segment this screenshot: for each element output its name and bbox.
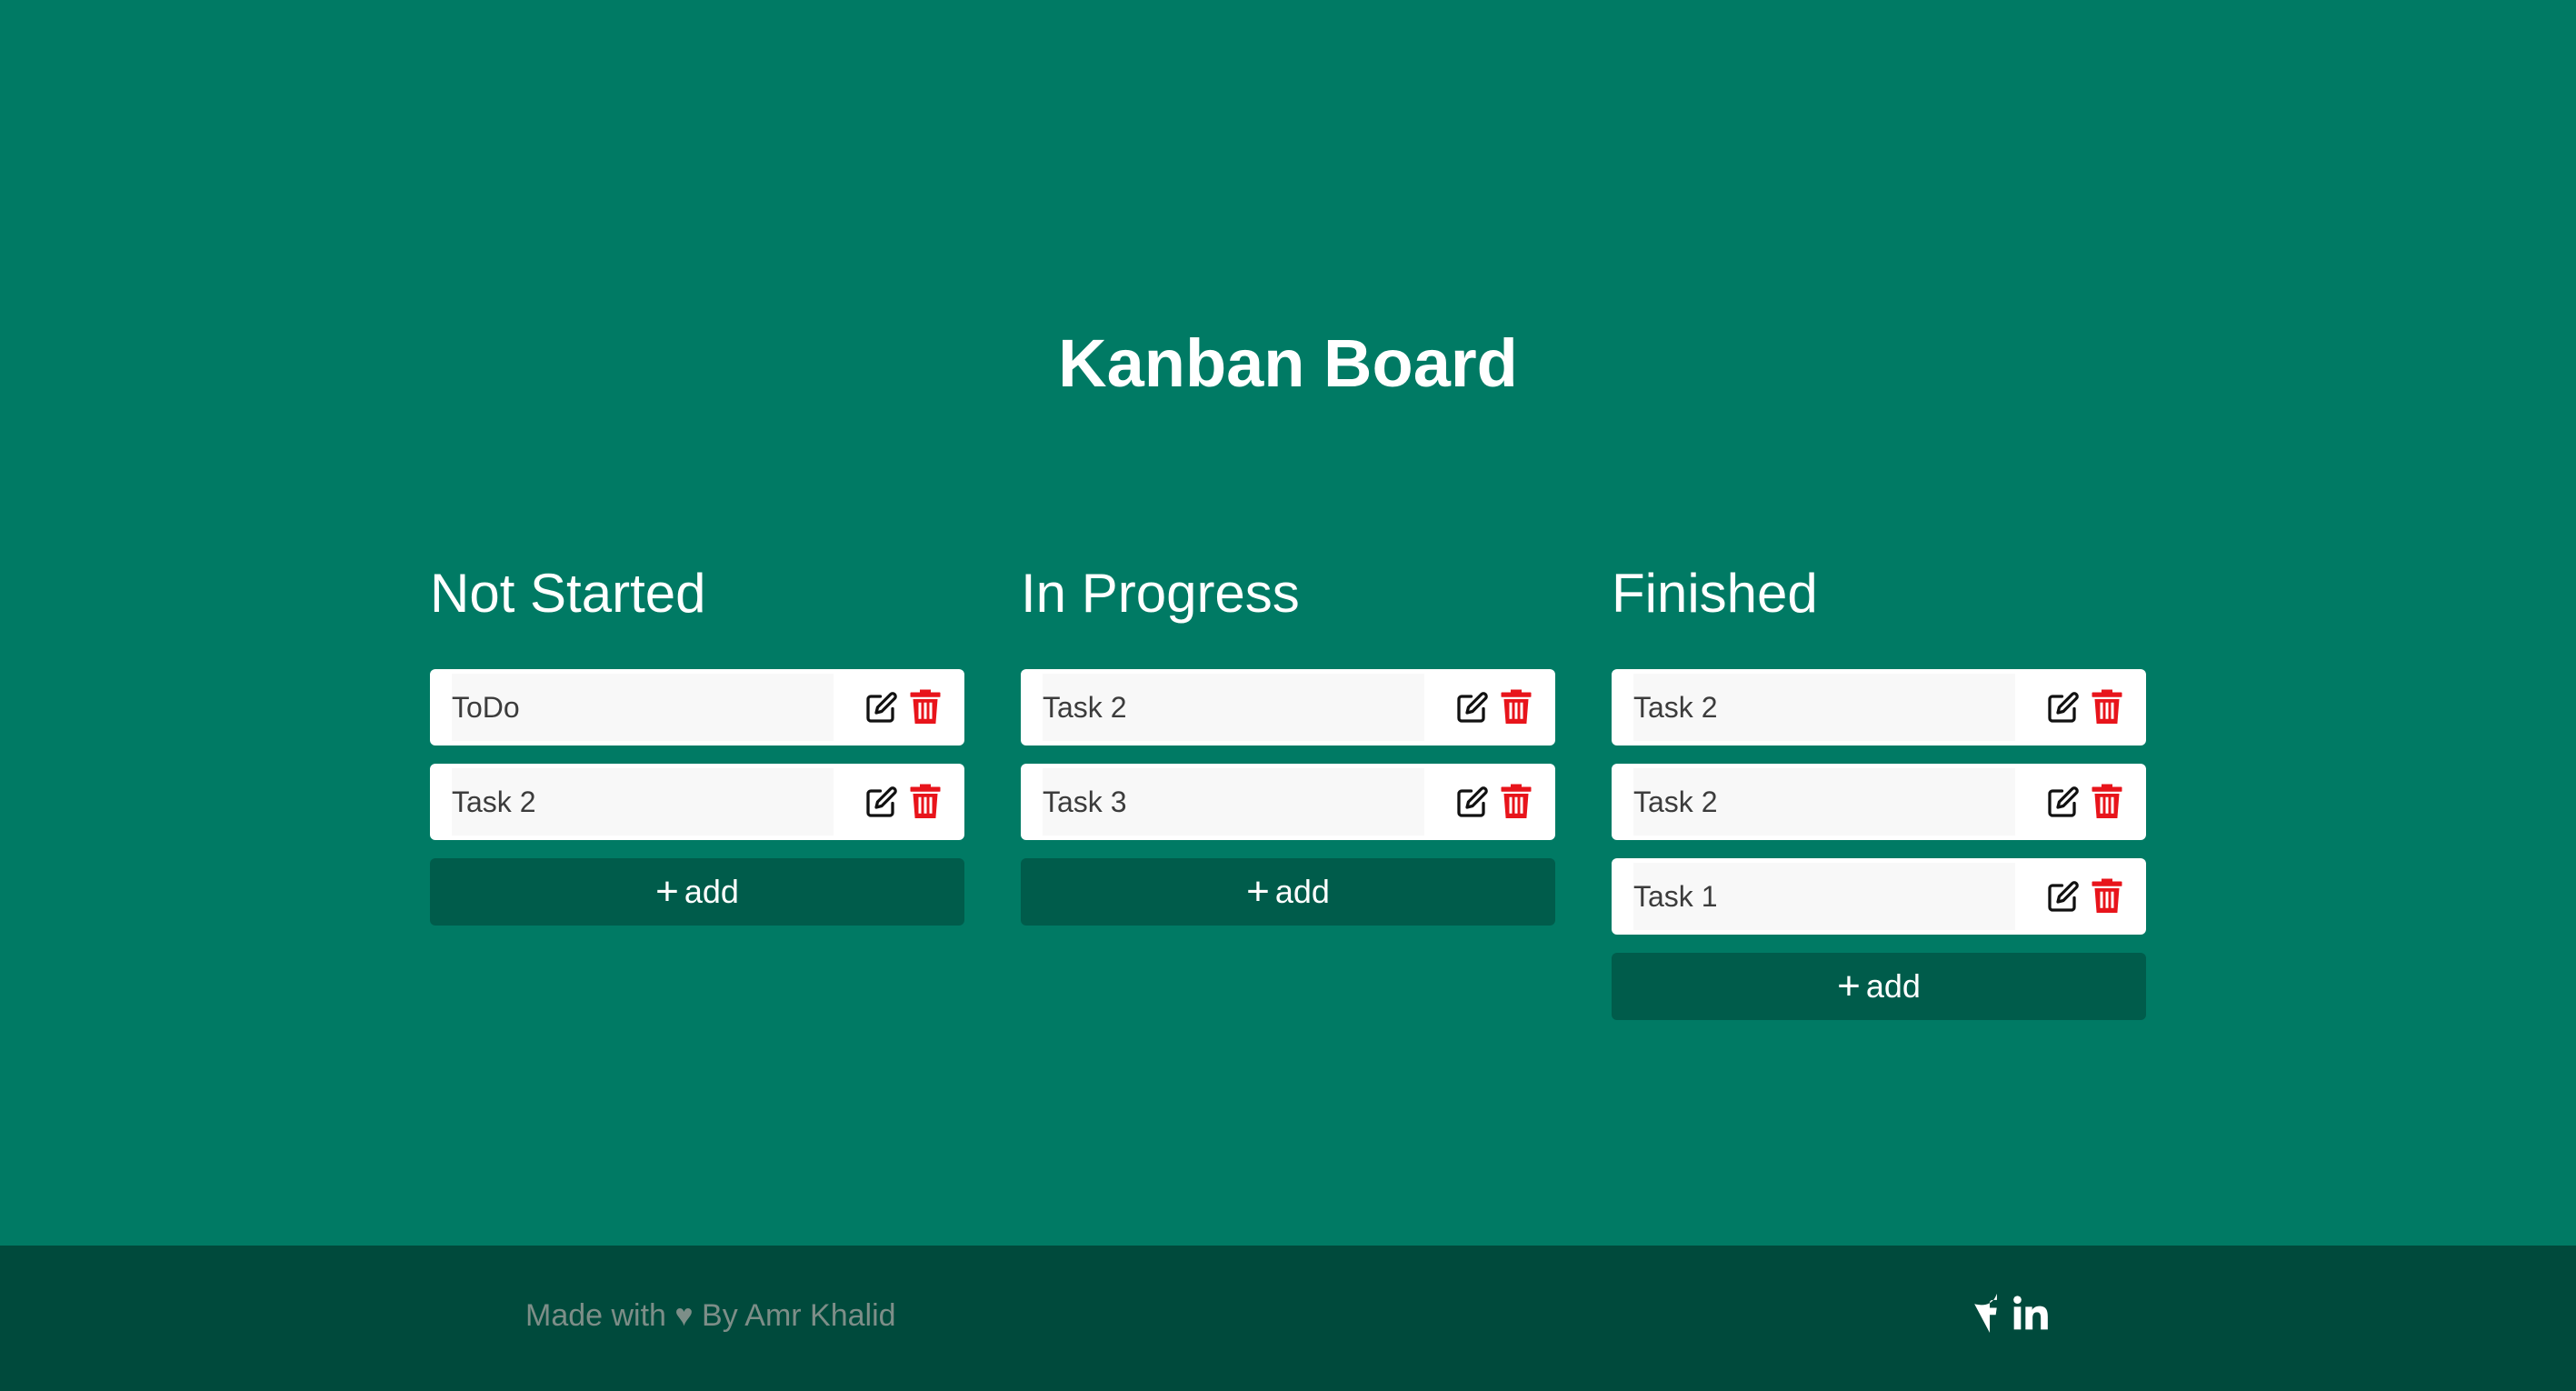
column-title: In Progress	[1021, 563, 1300, 624]
task-input[interactable]	[1043, 674, 1424, 741]
add-task-button[interactable]: + add	[1021, 858, 1555, 926]
social-links	[1972, 1293, 2049, 1333]
task-card	[430, 669, 964, 746]
task-input[interactable]	[1633, 674, 2015, 741]
add-task-button[interactable]: + add	[1612, 953, 2146, 1020]
trash-icon[interactable]	[2090, 688, 2124, 726]
trash-icon[interactable]	[2090, 877, 2124, 916]
task-actions	[2046, 877, 2124, 916]
plus-icon: +	[1837, 964, 1861, 1008]
add-label: add	[684, 873, 739, 910]
edit-icon[interactable]	[864, 688, 899, 726]
task-actions	[2046, 688, 2124, 726]
task-input[interactable]	[1043, 768, 1424, 836]
trash-icon[interactable]	[1499, 688, 1533, 726]
edit-icon[interactable]	[2046, 688, 2081, 726]
add-label: add	[1274, 873, 1330, 910]
trash-icon[interactable]	[1499, 783, 1533, 821]
edit-icon[interactable]	[864, 783, 899, 821]
edit-icon[interactable]	[1455, 688, 1490, 726]
task-card	[1021, 669, 1555, 746]
task-actions	[1455, 783, 1533, 821]
edit-icon[interactable]	[2046, 877, 2081, 916]
task-card	[1612, 669, 2146, 746]
task-card	[1021, 764, 1555, 840]
page-title: Kanban Board	[1058, 325, 1518, 401]
task-actions	[1455, 688, 1533, 726]
task-actions	[864, 688, 943, 726]
trash-icon[interactable]	[908, 783, 943, 821]
column-in-progress: In Progress Task 2 Task 3 + add	[1021, 556, 1555, 926]
task-input[interactable]	[1633, 768, 2015, 836]
task-list	[1612, 669, 2146, 935]
column-finished: Finished Task 2 Task 2 Task 1 + add	[1612, 556, 2146, 1020]
trash-icon[interactable]	[2090, 783, 2124, 821]
task-actions	[2046, 783, 2124, 821]
edit-icon[interactable]	[1455, 783, 1490, 821]
column-not-started: Not Started ToDo Task 2 + add	[430, 556, 964, 926]
column-title: Finished	[1612, 563, 1818, 624]
task-input[interactable]	[1633, 863, 2015, 930]
column-title: Not Started	[430, 563, 706, 624]
footer: Made with ♥ By Amr Khalid	[0, 1246, 2576, 1391]
task-card	[430, 764, 964, 840]
plus-icon: +	[655, 869, 679, 914]
footer-credit: Made with ♥ By Amr Khalid	[525, 1298, 896, 1333]
facebook-icon[interactable]	[1972, 1293, 2000, 1333]
linkedin-icon[interactable]	[2012, 1295, 2049, 1331]
kanban-columns: Not Started ToDo Task 2 + add In Progres…	[430, 556, 2146, 1029]
add-task-button[interactable]: + add	[430, 858, 964, 926]
plus-icon: +	[1246, 869, 1270, 914]
task-card	[1612, 764, 2146, 840]
task-input[interactable]	[452, 674, 834, 741]
edit-icon[interactable]	[2046, 783, 2081, 821]
task-list	[1021, 669, 1555, 840]
task-input[interactable]	[452, 768, 834, 836]
add-label: add	[1865, 967, 1921, 1005]
task-list	[430, 669, 964, 840]
task-actions	[864, 783, 943, 821]
task-card	[1612, 858, 2146, 935]
trash-icon[interactable]	[908, 688, 943, 726]
